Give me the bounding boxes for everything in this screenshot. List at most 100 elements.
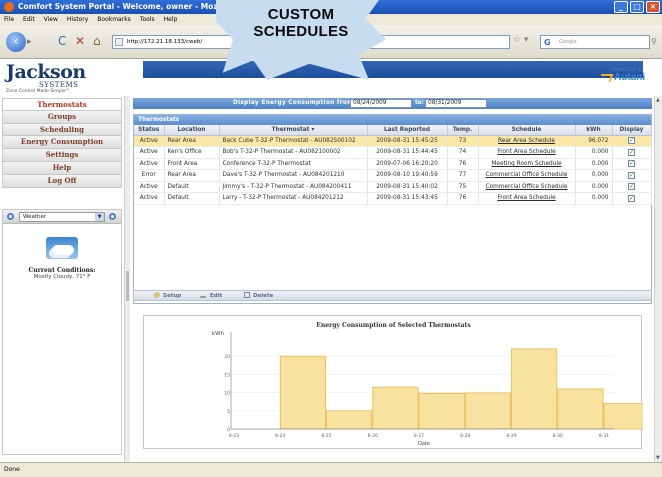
cell-kwh: 0.000 [575,181,613,193]
date-from-input[interactable]: 08/24/2009 [350,99,412,108]
home-icon[interactable]: ⌂ [93,34,101,48]
table-row[interactable]: Active Front Area Conference T-32-P Thermo… [134,158,652,170]
cell-temp: 73 [447,135,479,147]
conditions-detail: Mostly Cloudy, 71° F [33,274,91,280]
cell-schedule[interactable]: Commercial Office Schedule [478,169,576,182]
back-arrow-icon[interactable]: ‹ [6,32,26,52]
partner-logo: Autani [614,72,646,83]
col-header-thermostat[interactable]: Thermostat ▾ [219,125,368,136]
main-content: Display Energy Consumption from: 08/24/2… [131,96,654,462]
maximize-button[interactable]: □ [630,1,644,13]
menu-bookmarks[interactable]: Bookmarks [97,14,131,25]
firefox-icon [4,2,14,12]
sidebar-item-scheduling[interactable]: Scheduling [2,123,122,137]
search-box[interactable]: G Google [540,35,650,49]
display-checkbox[interactable]: ✓ [628,194,635,202]
menu-history[interactable]: History [67,14,88,25]
display-checkbox[interactable]: ✓ [628,171,635,179]
close-button[interactable]: × [646,1,660,13]
cell-schedule[interactable]: Rear Area Schedule [478,135,576,147]
menu-file[interactable]: File [4,14,14,25]
menu-tools[interactable]: Tools [140,14,155,25]
cell-last-reported: 2009-08-31 15:43:45 [367,192,448,205]
col-header-kwh[interactable]: kWh [575,125,613,136]
weather-settings-gear-icon[interactable] [7,213,14,220]
page-scrollbar[interactable]: ▲ ▼ [654,96,662,462]
col-header-last-reported[interactable]: Last Reported [367,125,448,136]
chart-x-tick-label: 8-31 [599,433,609,439]
schedule-link[interactable]: Commercial Office Schedule [486,184,568,190]
display-checkbox[interactable]: ✓ [628,160,635,168]
table-row[interactable]: Error Rear Area Dave's T-32-P Thermostat -… [134,169,652,182]
col-header-display[interactable]: Display [612,125,652,136]
sidebar-item-energy-consumption[interactable]: Energy Consumption [2,136,122,150]
menu-edit[interactable]: Edit [23,14,35,25]
col-header-status[interactable]: Status [134,125,165,136]
table-row[interactable]: Active Rear Area Back Cube T-32-P Thermost… [134,135,652,147]
setup-button[interactable]: Setup [154,291,181,301]
schedule-link[interactable]: Commercial Office Schedule [486,172,568,178]
sidebar-item-groups[interactable]: Groups [2,110,122,124]
table-row[interactable]: Active Default Jimmy's - T-32-P Thermostat… [134,181,652,193]
stop-icon[interactable]: ✕ [75,34,85,48]
edit-button[interactable]: Edit [199,291,222,301]
cell-kwh: 0.000 [575,146,613,159]
forward-arrow-icon[interactable]: ▸ [27,36,39,48]
sidebar-item-log-off[interactable]: Log Off [2,174,122,188]
chart-x-tick-label: 8-28 [460,433,470,439]
cell-temp: 75 [447,181,479,193]
schedule-link[interactable]: Front Area Schedule [497,149,555,155]
cell-schedule[interactable]: Meeting Room Schedule [478,158,576,170]
col-header-temp[interactable]: Temp. [447,125,479,136]
chart-bar [326,410,373,430]
splitter-handle[interactable] [126,271,129,301]
menu-help[interactable]: Help [164,14,178,25]
cell-schedule[interactable]: Front Area Schedule [478,146,576,159]
cell-schedule[interactable]: Commercial Office Schedule [478,181,576,193]
table-row[interactable]: Active Ken's Office Bob's T-32-P Thermosta… [134,146,652,159]
table-row[interactable]: Active Default Larry - T-32-P Thermostat -… [134,192,652,205]
cell-last-reported: 2009-07-06 16:20:20 [367,158,448,170]
chart-x-tick-label: 8-30 [553,433,563,439]
schedule-link[interactable]: Front Area Schedule [497,195,555,201]
date-to-input[interactable]: 08/31/2009 [425,99,487,108]
autani-logo-icon [598,74,614,82]
chart-x-label: Date [418,441,430,447]
chart-title: Energy Consumption of Selected Thermosta… [316,322,471,329]
sidebar-item-help[interactable]: Help [2,161,122,175]
bookmark-star-icon[interactable]: ☆ ▾ [513,35,528,45]
menu-view[interactable]: View [44,14,58,25]
sidebar-nav: Thermostats Groups Scheduling Energy Con… [2,98,122,188]
display-checkbox[interactable]: ✓ [628,137,635,145]
col-header-location[interactable]: Location [164,125,220,136]
energy-chart: Energy Consumption of Selected Thermosta… [212,322,643,447]
energy-chart-panel: Energy Consumption of Selected Thermosta… [143,315,643,449]
sidebar-item-settings[interactable]: Settings [2,149,122,162]
display-checkbox[interactable]: ✓ [628,148,635,156]
scroll-down-icon[interactable]: ▼ [656,455,660,461]
schedule-link[interactable]: Rear Area Schedule [498,138,555,144]
sidebar-splitter[interactable] [124,96,130,462]
chart-bar [418,392,465,430]
weather-select-value: Weather [23,214,47,220]
weather-select[interactable]: Weather ▼ [19,212,105,222]
reload-icon[interactable]: C [58,34,66,48]
cell-thermostat: Jimmy's - T-32-P Thermostat - AU08420041… [219,181,368,193]
chart-y-tick-label: 15 [224,372,230,378]
chart-y-label: kWh [212,331,225,337]
schedule-link[interactable]: Meeting Room Schedule [491,161,561,167]
search-magnifier-icon[interactable]: ⚲ [651,37,657,46]
energy-range-label: Display Energy Consumption from: [233,100,357,106]
cell-status: Active [134,181,165,193]
brand-tagline: Zone Control Made Simple™ [6,89,71,94]
cell-schedule[interactable]: Front Area Schedule [478,192,576,205]
minimize-button[interactable]: _ [614,1,628,13]
cell-display: ✓ [612,169,652,182]
delete-button[interactable]: Delete [244,291,273,301]
scroll-up-icon[interactable]: ▲ [656,97,660,103]
cloudy-weather-icon [46,237,78,259]
sidebar-item-thermostats[interactable]: Thermostats [2,98,122,111]
col-header-schedule[interactable]: Schedule [478,125,576,136]
display-checkbox[interactable]: ✓ [628,183,635,191]
weather-refresh-gear-icon[interactable] [109,213,116,220]
